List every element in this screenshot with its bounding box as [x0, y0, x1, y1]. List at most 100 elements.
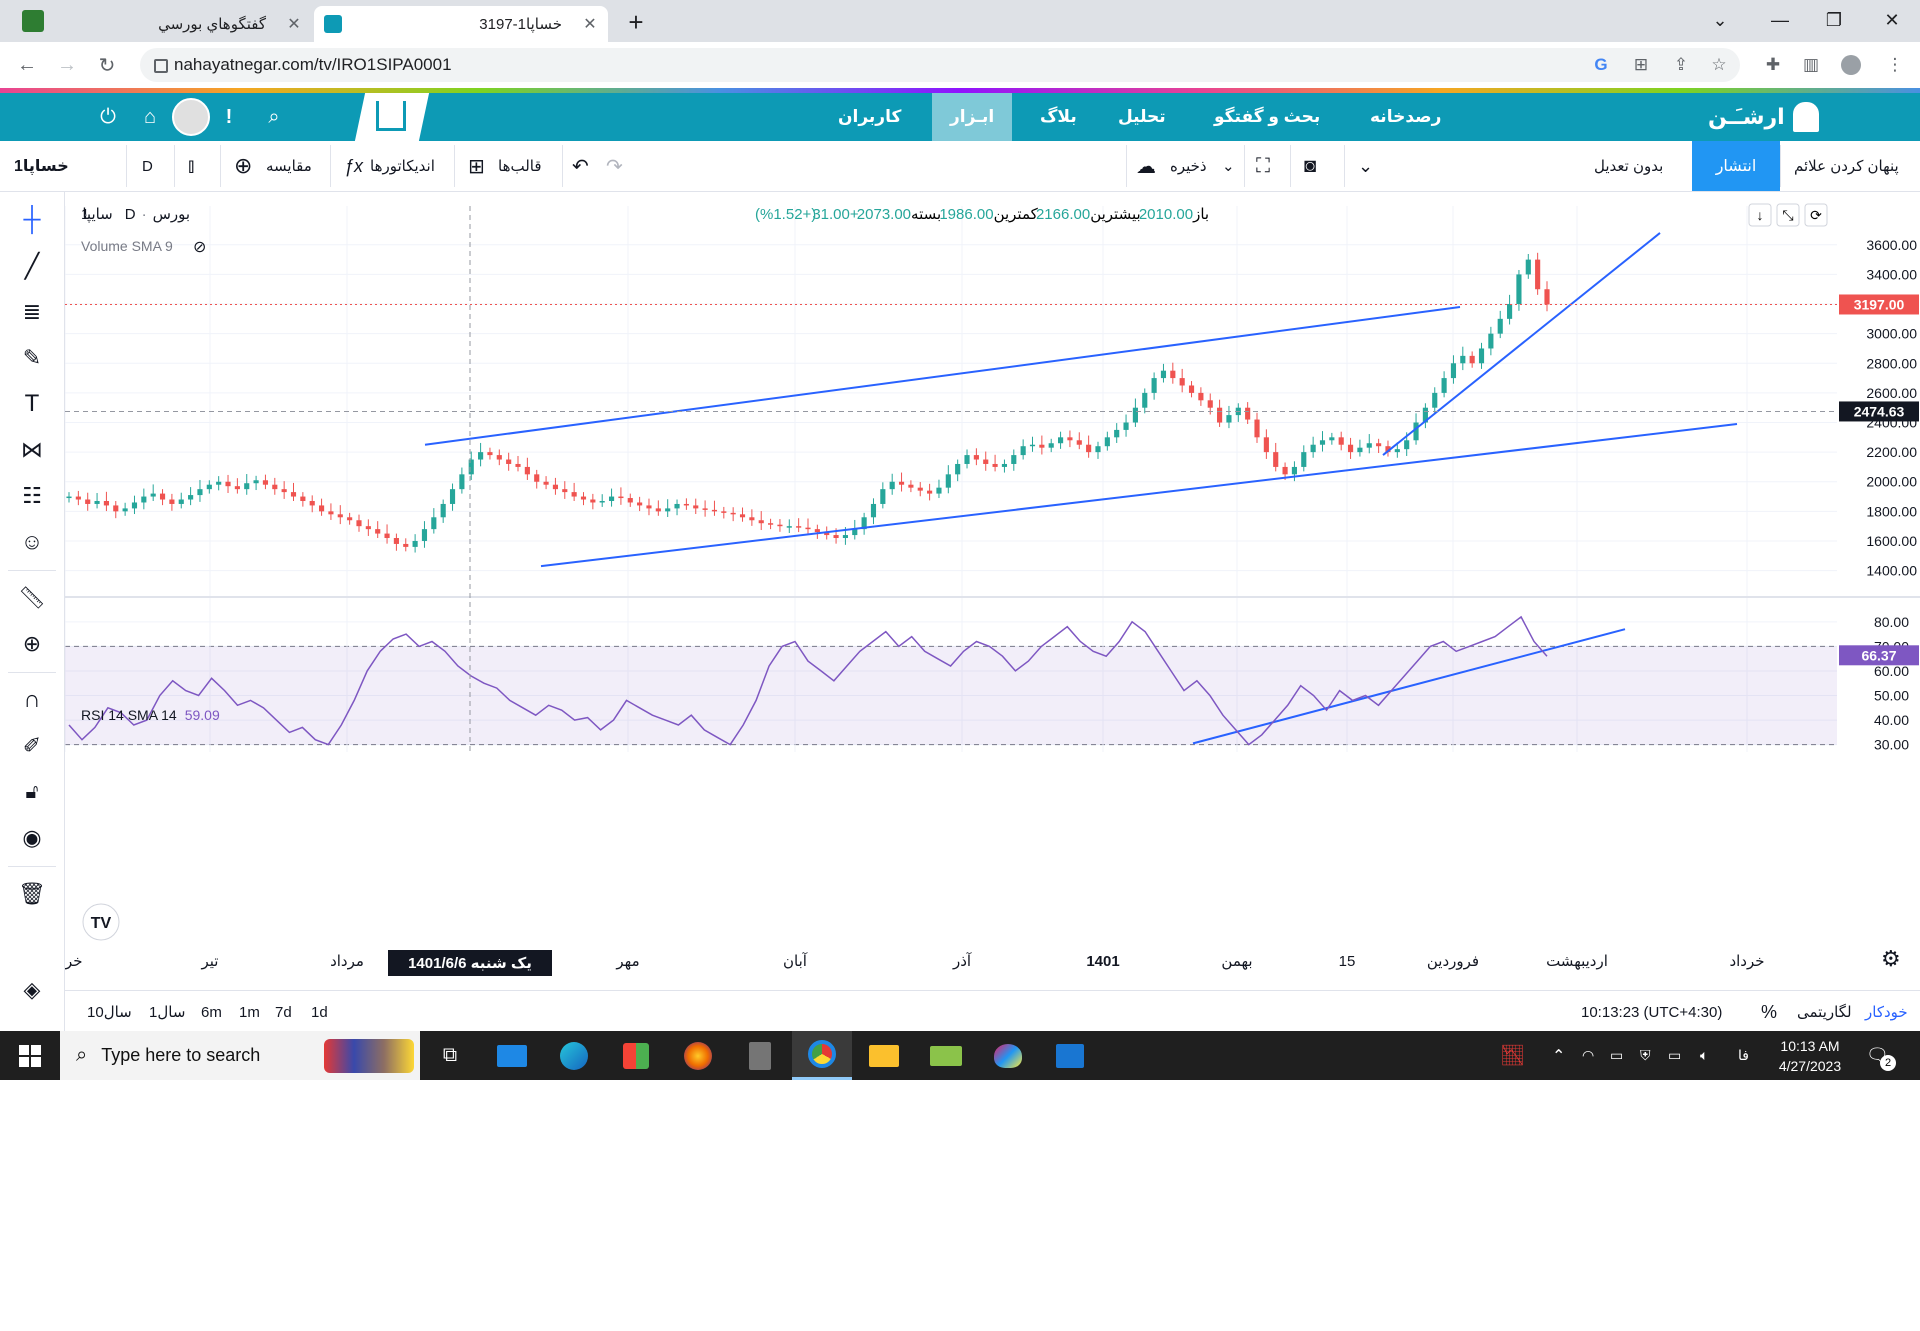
candle-style-icon[interactable]: ⫾: [188, 141, 194, 191]
battery-icon[interactable]: ▭: [1668, 1031, 1681, 1080]
nav-tools[interactable]: ابـزار: [932, 93, 1013, 141]
price-chart[interactable]: 3600.003400.003200.003000.002800.002600.…: [65, 192, 1920, 1032]
save-button[interactable]: ذخیره: [1170, 141, 1207, 191]
side-panel-icon[interactable]: ▥: [1800, 54, 1822, 76]
maximize-icon[interactable]: ❐: [1806, 0, 1862, 40]
indicators-fx-icon[interactable]: ƒx: [344, 141, 363, 191]
crosshair-icon[interactable]: ┼: [14, 202, 50, 238]
templates-button[interactable]: قالب‌ها: [498, 141, 542, 191]
task-view-icon[interactable]: ⧉: [420, 1031, 480, 1080]
fullscreen-icon[interactable]: ⛶: [1256, 141, 1270, 191]
nav-users[interactable]: کاربران: [838, 93, 901, 141]
screenshot-camera-icon[interactable]: ◙: [1304, 141, 1316, 191]
range-1y[interactable]: 1سال: [149, 991, 185, 1033]
text-icon[interactable]: T: [14, 386, 50, 422]
layers-icon[interactable]: ◈: [14, 972, 50, 1008]
volume-legend[interactable]: Volume SMA 9: [81, 238, 173, 254]
new-tab-button[interactable]: +: [620, 6, 652, 38]
trend-line-icon[interactable]: ╱: [14, 248, 50, 284]
cloud-save-icon[interactable]: ☁: [1136, 141, 1156, 191]
file-explorer-app-icon[interactable]: [854, 1031, 914, 1080]
compare-button[interactable]: مقایسه: [266, 141, 312, 191]
forecast-icon[interactable]: ☷: [14, 478, 50, 514]
tab-search-icon[interactable]: ⌄: [1692, 0, 1748, 40]
taskbar-search[interactable]: ⌕ Type here to search: [60, 1031, 420, 1080]
extensions-icon[interactable]: ✚: [1762, 54, 1784, 76]
store-app-icon[interactable]: [606, 1031, 666, 1080]
publish-button[interactable]: انتشار: [1692, 141, 1780, 191]
log-toggle[interactable]: لگاریتمی: [1797, 991, 1852, 1033]
profile-icon[interactable]: [1840, 54, 1862, 76]
browser-menu-icon[interactable]: ⋮: [1884, 54, 1906, 76]
calculator-app-icon[interactable]: [730, 1031, 790, 1080]
nav-analysis[interactable]: تحلیل: [1118, 93, 1166, 141]
hide-marks-button[interactable]: پنهان کردن علائم: [1794, 141, 1899, 191]
redo-icon[interactable]: ↷: [606, 141, 623, 191]
share-icon[interactable]: ⇪: [1670, 54, 1692, 76]
ruler-icon[interactable]: 📏︎: [14, 580, 50, 616]
interval-selector[interactable]: D: [142, 141, 153, 191]
translate-icon[interactable]: ⊞: [1630, 54, 1652, 76]
range-10y[interactable]: 10سال: [87, 991, 132, 1033]
range-1m[interactable]: 1m: [239, 991, 260, 1033]
emoji-icon[interactable]: ☺: [14, 524, 50, 560]
forward-icon[interactable]: →: [52, 50, 82, 80]
language-indicator[interactable]: فا: [1738, 1031, 1749, 1080]
close-tab-icon[interactable]: ✕: [580, 14, 600, 34]
symbol-search[interactable]: خساپا1: [14, 141, 69, 191]
security-icon[interactable]: ⛨: [1640, 1031, 1651, 1080]
tab-inactive[interactable]: گفتگوهاي بورسي ✕: [64, 6, 312, 42]
power-icon[interactable]: ⏻: [94, 103, 122, 131]
avatar[interactable]: [172, 98, 210, 136]
eye-icon[interactable]: ◉: [14, 820, 50, 856]
reload-icon[interactable]: ↻: [92, 50, 122, 80]
google-icon[interactable]: G: [1590, 54, 1612, 76]
pattern-icon[interactable]: ⋈: [14, 432, 50, 468]
edge-app-icon[interactable]: [544, 1031, 604, 1080]
tray-app-icon[interactable]: 📉︎: [1500, 1031, 1525, 1080]
nav-discussion[interactable]: بحث و گفتگو: [1214, 93, 1320, 141]
chart-settings-gear-icon[interactable]: ⚙: [1881, 946, 1901, 971]
more-chevron-icon[interactable]: ⌄: [1358, 141, 1373, 191]
adjustment-selector[interactable]: بدون تعدیل: [1594, 141, 1663, 191]
bookmark-star-icon[interactable]: ☆: [1708, 54, 1730, 76]
indicators-button[interactable]: اندیکاتورها: [370, 141, 435, 191]
percent-toggle[interactable]: %: [1761, 991, 1777, 1033]
fib-lines-icon[interactable]: ≣: [14, 294, 50, 330]
zoom-in-icon[interactable]: ⊕: [14, 626, 50, 662]
photos-app-icon[interactable]: [1040, 1031, 1100, 1080]
paint-app-icon[interactable]: [978, 1031, 1038, 1080]
alert-icon[interactable]: !: [215, 103, 243, 131]
brush-icon[interactable]: ✎: [14, 340, 50, 376]
money-app-icon[interactable]: [916, 1031, 976, 1080]
templates-grid-icon[interactable]: ⊞: [468, 141, 485, 191]
search-icon[interactable]: ⌕: [260, 103, 288, 131]
close-window-icon[interactable]: ✕: [1864, 0, 1920, 40]
auto-toggle[interactable]: خودکار: [1865, 991, 1908, 1033]
undo-icon[interactable]: ↶: [572, 141, 589, 191]
brand-logo[interactable]: ارشـَـن: [1708, 96, 1819, 138]
back-icon[interactable]: ←: [12, 50, 42, 80]
mail-app-icon[interactable]: [482, 1031, 542, 1080]
hidden-eye-icon[interactable]: ⊘: [193, 239, 206, 256]
app-menu-icon[interactable]: [22, 10, 44, 32]
wifi-icon[interactable]: ◠: [1582, 1031, 1594, 1080]
nav-blog[interactable]: بلاگ: [1040, 93, 1077, 141]
compare-add-icon[interactable]: ⊕: [234, 141, 252, 191]
lock-drawing-pencil-icon[interactable]: ✐: [14, 728, 50, 764]
range-1d[interactable]: 1d: [311, 991, 328, 1033]
firefox-app-icon[interactable]: [668, 1031, 728, 1080]
lock-icon[interactable]: 🔓︎: [14, 774, 50, 810]
chrome-app-icon[interactable]: [792, 1031, 852, 1080]
close-tab-icon[interactable]: ✕: [284, 14, 304, 34]
minimize-icon[interactable]: —: [1752, 0, 1808, 40]
range-7d[interactable]: 7d: [275, 991, 292, 1033]
omnibox[interactable]: nahayatnegar.com/tv/IRO1SIPA0001 G ⊞ ⇪ ☆: [140, 48, 1740, 82]
magnet-icon[interactable]: ∩: [14, 682, 50, 718]
range-6m[interactable]: 6m: [201, 991, 222, 1033]
clock[interactable]: 10:13 AM 4/27/2023: [1770, 1031, 1850, 1080]
windows-start-icon[interactable]: [0, 1031, 60, 1080]
tab-active[interactable]: خساپا1-3197 ✕: [314, 6, 608, 42]
trash-icon[interactable]: 🗑︎: [14, 876, 50, 912]
clock-timezone[interactable]: 10:13:23 (UTC+4:30): [1581, 991, 1722, 1033]
